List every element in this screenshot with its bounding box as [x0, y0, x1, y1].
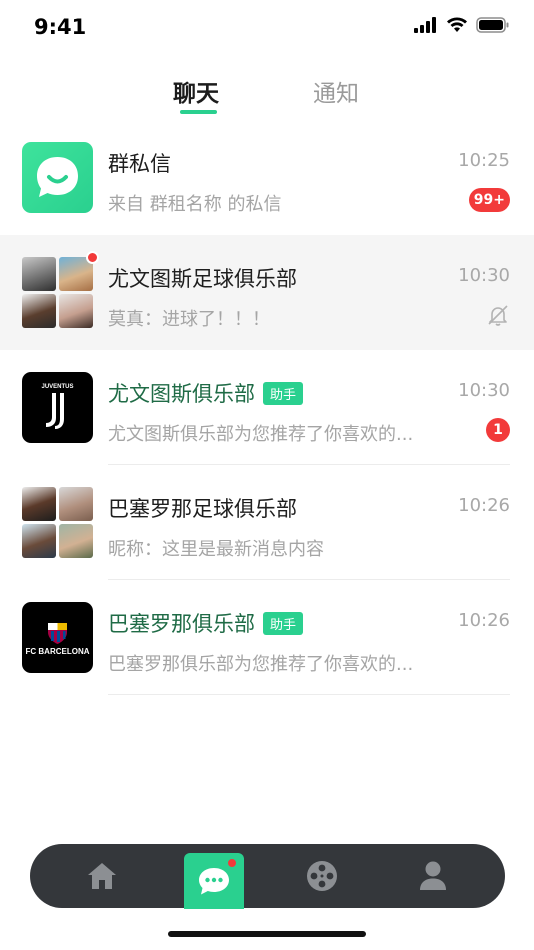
- juventus-logo-avatar: JUVENTUS: [22, 372, 93, 443]
- juventus-logo-text: JUVENTUS: [41, 384, 73, 390]
- conversation-list: 群私信 来自 群租名称 的私信 10:25 99+ 尤文图斯足球俱乐部 莫真：进…: [0, 120, 534, 695]
- chat-icon: [199, 868, 229, 895]
- chat-bubble-logo-icon: [37, 157, 78, 197]
- conversation-title: 群私信: [108, 152, 171, 176]
- status-icons: [414, 17, 510, 33]
- chat-notification-dot: [226, 857, 238, 869]
- conversation-title: 巴塞罗那俱乐部 助手: [108, 608, 304, 638]
- conversation-title: 尤文图斯俱乐部 助手: [108, 378, 304, 408]
- member-avatar: [59, 524, 93, 558]
- nav-chat-button[interactable]: [184, 853, 244, 909]
- conversation-row-juventus-club[interactable]: JUVENTUS 尤文图斯俱乐部 助手 尤文图斯俱乐部为您推荐了你喜欢的... …: [0, 350, 534, 465]
- tab-chat[interactable]: 聊天: [173, 74, 219, 108]
- member-avatar: [59, 487, 93, 521]
- unread-dot: [86, 251, 99, 264]
- group-dm-avatar: [22, 142, 93, 213]
- member-avatar: [22, 257, 56, 291]
- tab-notifications[interactable]: 通知: [313, 74, 359, 108]
- nav-home-button[interactable]: [72, 844, 132, 908]
- member-avatar: [59, 294, 93, 328]
- barcelona-logo-avatar: FC BARCELONA: [22, 602, 93, 673]
- film-reel-icon: [307, 861, 337, 891]
- barcelona-crest-icon: FC BARCELONA: [26, 623, 90, 656]
- conversation-preview: 来自 群租名称 的私信: [108, 194, 282, 215]
- nav-video-button[interactable]: [292, 844, 352, 908]
- conversation-time: 10:26: [458, 495, 510, 516]
- conversation-preview: 昵称：这里是最新消息内容: [108, 539, 324, 560]
- conversation-row-group-dm[interactable]: 群私信 来自 群租名称 的私信 10:25 99+: [0, 120, 534, 235]
- muted-bell-icon: [488, 305, 508, 326]
- row-divider: [108, 694, 510, 695]
- conversation-preview: 莫真：进球了！！！: [108, 309, 270, 330]
- profile-icon: [420, 861, 446, 890]
- conversation-row-juventus-football-club[interactable]: 尤文图斯足球俱乐部 莫真：进球了！！！ 10:30: [0, 235, 534, 350]
- status-bar: 9:41: [0, 0, 534, 56]
- active-tab-indicator: [180, 110, 217, 114]
- bottom-navigation: [30, 844, 505, 909]
- assistant-tag: 助手: [263, 611, 304, 635]
- conversation-preview: 尤文图斯俱乐部为您推荐了你喜欢的...: [108, 424, 414, 445]
- conversation-time: 10:26: [458, 610, 510, 631]
- assistant-tag: 助手: [263, 381, 304, 405]
- conversation-row-barcelona-club[interactable]: FC BARCELONA 巴塞罗那俱乐部 助手 巴塞罗那俱乐部为您推荐了你喜欢的…: [0, 580, 534, 695]
- member-avatar: [22, 524, 56, 558]
- conversation-time: 10:30: [458, 380, 510, 401]
- unread-count-badge: 1: [486, 418, 510, 442]
- conversation-row-barcelona-football-club[interactable]: 巴塞罗那足球俱乐部 昵称：这里是最新消息内容 10:26: [0, 465, 534, 580]
- tab-bar: 聊天 通知: [0, 70, 534, 118]
- cellular-signal-icon: [414, 17, 436, 33]
- group-avatar-grid: [22, 257, 93, 328]
- conversation-time: 10:30: [458, 265, 510, 286]
- home-indicator: [168, 931, 366, 937]
- juventus-logo-icon: JUVENTUS: [41, 384, 74, 429]
- member-avatar: [22, 487, 56, 521]
- member-avatar: [22, 294, 56, 328]
- barcelona-logo-text: FC BARCELONA: [26, 647, 90, 656]
- conversation-title: 尤文图斯足球俱乐部: [108, 267, 297, 291]
- unread-count-badge: 99+: [468, 188, 510, 212]
- nav-profile-button[interactable]: [403, 844, 463, 908]
- home-icon: [88, 863, 116, 889]
- conversation-time: 10:25: [458, 150, 510, 171]
- status-time: 9:41: [34, 15, 87, 39]
- battery-icon: [476, 17, 509, 33]
- conversation-preview: 巴塞罗那俱乐部为您推荐了你喜欢的...: [108, 654, 414, 675]
- conversation-title: 巴塞罗那足球俱乐部: [108, 497, 297, 521]
- group-avatar-grid: [22, 487, 93, 558]
- wifi-icon: [447, 17, 467, 32]
